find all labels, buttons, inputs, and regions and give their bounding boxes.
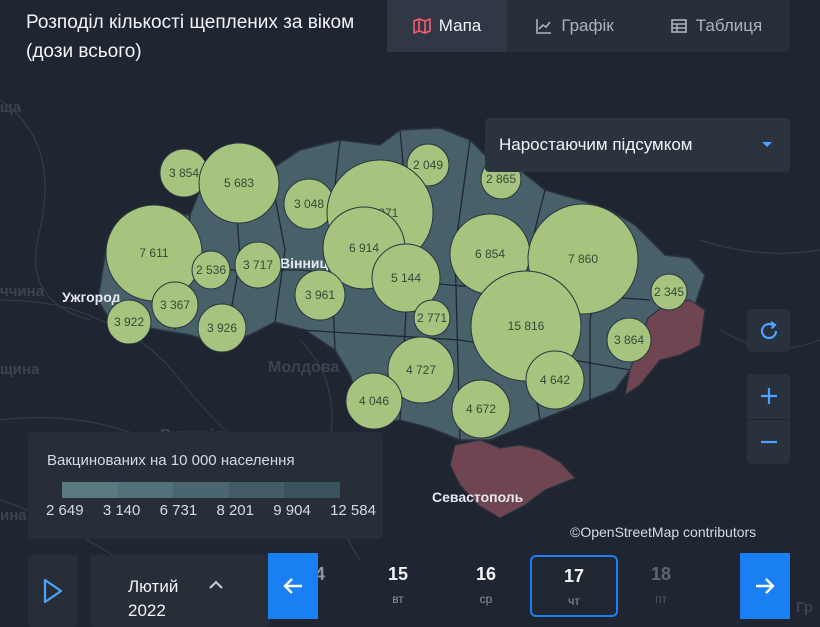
region-bubble-value: 3 864 (614, 333, 644, 347)
region-bubble-value: 4 672 (466, 402, 496, 416)
region-bubble-value: 3 961 (305, 288, 335, 302)
tab-chart[interactable]: Графік (507, 0, 642, 52)
label-partial-left: ччина (0, 283, 45, 300)
region-bubble-value: 4 642 (540, 373, 570, 387)
minus-icon (760, 440, 777, 443)
day-weekday: чт (568, 594, 580, 608)
play-icon (43, 578, 63, 604)
prev-day-button[interactable] (268, 553, 318, 619)
label-sevastopol: Севастополь (432, 489, 524, 505)
month-selector[interactable]: Лютий 2022 (90, 555, 270, 627)
play-button[interactable] (28, 555, 78, 627)
tab-table[interactable]: Таблиця (642, 0, 790, 52)
region-bubble-value: 4 727 (406, 363, 436, 377)
label-partial-top: ща (0, 99, 22, 116)
chevron-up-icon (209, 580, 223, 589)
region-bubble-value: 3 926 (207, 321, 237, 335)
map-legend: Вакцинованих на 10 000 населення 2 649 3… (28, 432, 383, 539)
crimea (449, 439, 577, 519)
label-partial-left3: ина (0, 507, 27, 524)
map-icon (412, 18, 431, 34)
tab-map-label: Мапа (438, 16, 482, 35)
chart-icon (536, 19, 552, 34)
day-item[interactable]: 15 вт (358, 555, 438, 617)
zoom-out-button[interactable] (747, 420, 790, 465)
region-bubble-value: 5 683 (224, 176, 254, 190)
region-bubble-value: 15 816 (508, 319, 545, 333)
zoom-controls (747, 374, 790, 464)
region-bubble-value: 7 611 (139, 246, 168, 260)
day-weekday: вт (392, 592, 404, 606)
day-weekday: пт (655, 592, 667, 606)
region-bubble-value: 6 854 (475, 247, 505, 261)
arrow-left-icon (283, 578, 302, 594)
region-bubble-value: 2 049 (413, 158, 443, 172)
region-bubble-value: 2 865 (486, 172, 516, 186)
legend-ticks: 2 649 3 140 6 731 8 201 9 904 12 584 (46, 502, 376, 519)
aggregation-select-value: Наростаючим підсумком (499, 135, 693, 154)
next-day-button[interactable] (740, 553, 790, 619)
region-bubble-value: 2 345 (654, 285, 684, 299)
tab-chart-label: Графік (561, 16, 614, 35)
day-item-selected[interactable]: 17 чт (530, 555, 618, 617)
year-label: 2022 (128, 601, 166, 620)
region-bubble-value: 3 717 (243, 258, 273, 272)
legend-swatch-1 (62, 482, 118, 498)
legend-tick: 2 649 (46, 502, 84, 519)
legend-tick: 9 904 (273, 502, 311, 519)
region-bubble-value: 6 914 (349, 241, 379, 255)
region-bubble-value: 5 144 (391, 271, 421, 285)
legend-swatch-2 (117, 482, 174, 498)
tab-table-label: Таблиця (695, 16, 763, 35)
legend-swatch-5 (284, 482, 340, 498)
tab-map[interactable]: Мапа (387, 0, 507, 52)
timeline-bar: Лютий 2022 4 15 вт 16 ср 17 чт 18 пт (0, 545, 820, 627)
day-number: 16 (475, 564, 497, 584)
label-uzhhorod: Ужгород (62, 289, 121, 305)
day-item[interactable]: 16 ср (446, 555, 526, 617)
day-weekday: ср (479, 592, 493, 606)
day-number: 15 (387, 564, 409, 584)
arrow-right-icon (756, 578, 775, 594)
plus-icon (760, 388, 777, 405)
legend-title: Вакцинованих на 10 000 населення (47, 452, 295, 469)
view-tabs: Мапа Графік Таблиця (387, 0, 790, 52)
region-bubble-value: 3 048 (294, 197, 324, 211)
day-number: 18 (650, 564, 672, 584)
legend-tick: 12 584 (330, 502, 376, 519)
reset-view-button[interactable] (747, 309, 790, 352)
region-bubble-value: 2 771 (417, 311, 447, 325)
label-partial-left2: щина (0, 361, 40, 378)
day-item-disabled: 18 пт (621, 555, 701, 617)
region-bubble-value: 2 536 (196, 263, 226, 277)
legend-color-scale (62, 482, 340, 498)
legend-swatch-4 (228, 482, 285, 498)
region-bubble-value: 7 860 (568, 252, 598, 266)
region-bubble-value: 3 922 (114, 315, 144, 329)
legend-tick: 6 731 (159, 502, 198, 519)
dropdown-arrow-icon (762, 142, 772, 147)
legend-tick: 3 140 (102, 502, 141, 519)
map-attribution[interactable]: ©OpenStreetMap contributors (570, 524, 756, 540)
refresh-icon (760, 320, 777, 339)
month-label: Лютий (128, 577, 179, 596)
zoom-in-button[interactable] (747, 374, 790, 420)
table-icon (670, 19, 687, 33)
region-bubble-value: 4 046 (359, 394, 389, 408)
page-title: Розподіл кількості щеплених за віком (до… (26, 12, 355, 62)
label-moldova: Молдова (268, 359, 339, 376)
day-number: 17 (563, 566, 585, 586)
region-bubble-value: 3 367 (160, 298, 190, 312)
legend-tick: 8 201 (216, 502, 254, 519)
region-bubble-value: 3 854 (169, 166, 199, 180)
aggregation-select[interactable]: Наростаючим підсумком (485, 118, 790, 172)
legend-swatch-3 (173, 482, 229, 498)
